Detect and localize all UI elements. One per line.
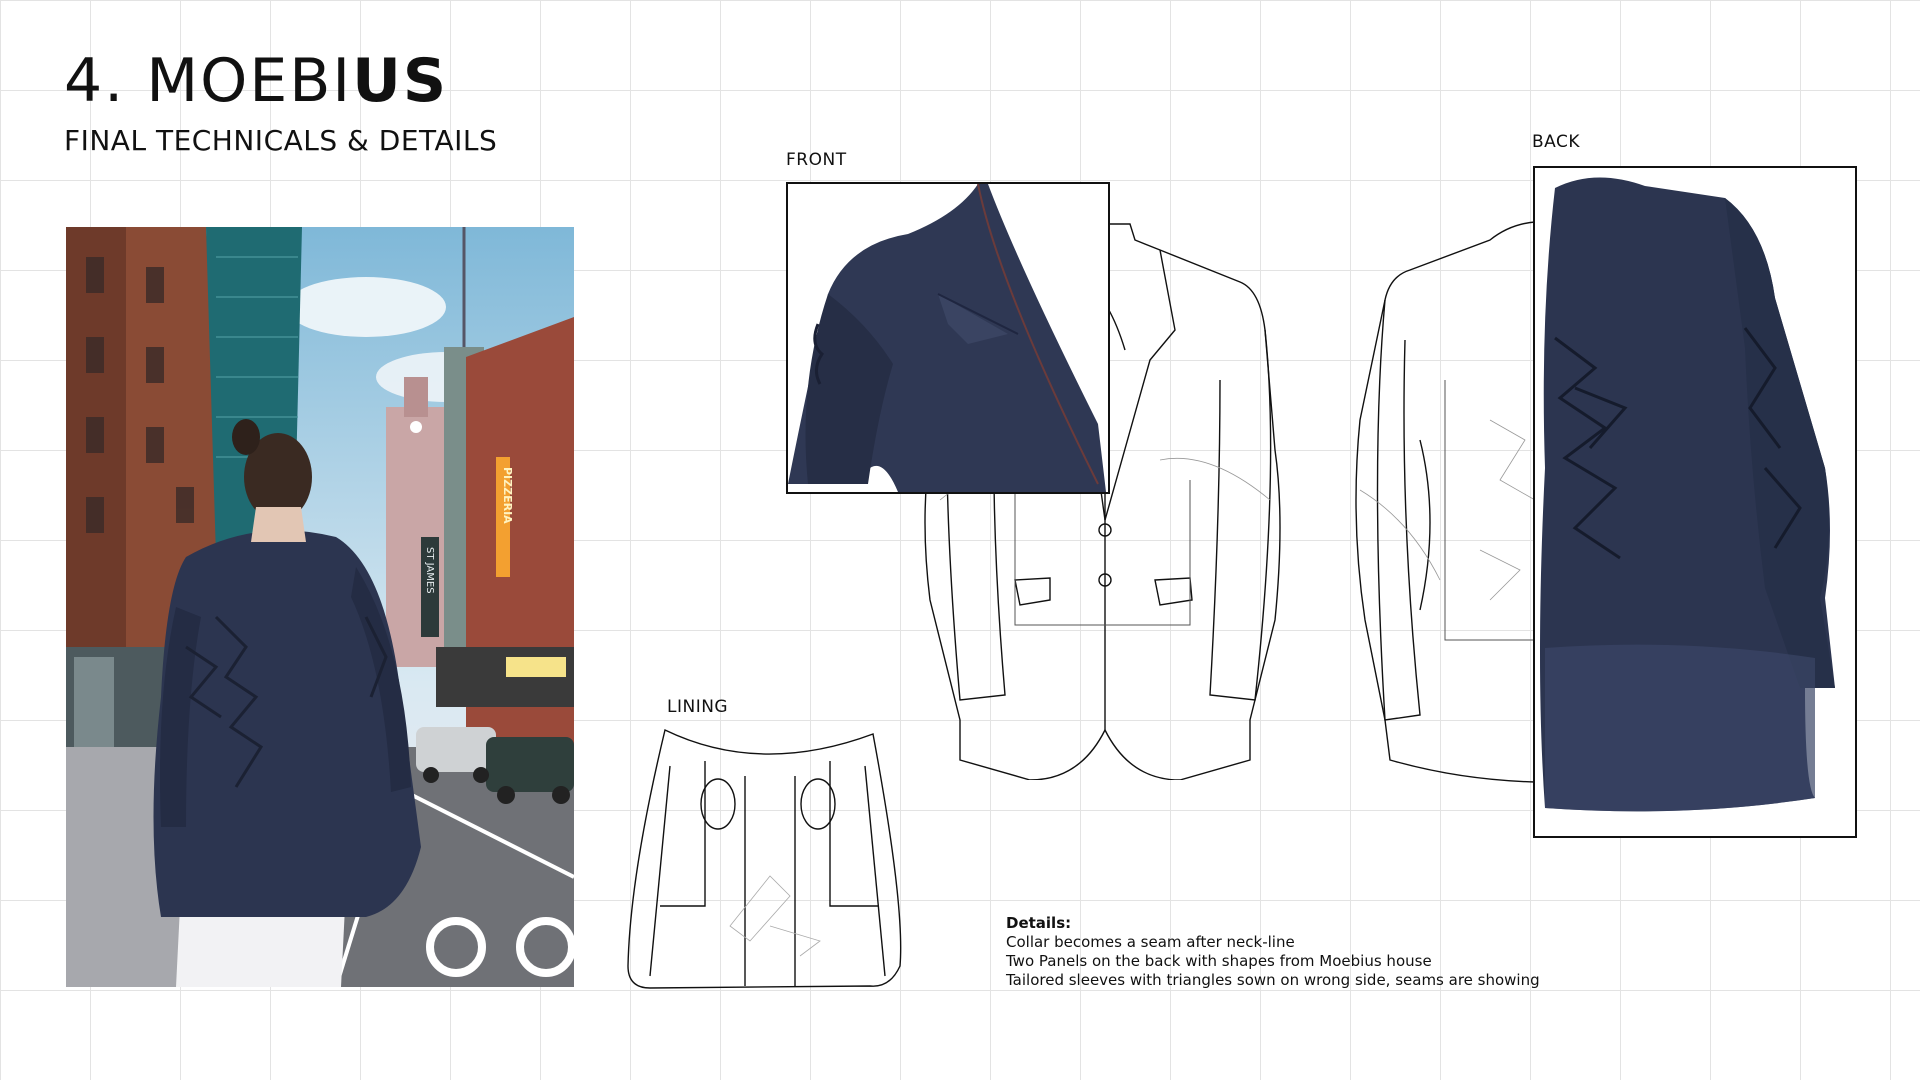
street-sign: ST JAMES — [424, 547, 435, 594]
back-technical-drawing — [1350, 220, 1540, 790]
title-heavy: US — [352, 46, 449, 116]
details-line: Two Panels on the back with shapes from … — [1006, 952, 1432, 970]
details-heading: Details: — [1006, 914, 1072, 932]
back-label: BACK — [1532, 132, 1581, 152]
details-block: Details: Collar becomes a seam after nec… — [1006, 914, 1540, 990]
pizzeria-sign: PIZZERIA — [501, 467, 514, 524]
back-detail-photo — [1533, 166, 1857, 838]
details-line: Tailored sleeves with triangles sown on … — [1006, 971, 1540, 989]
details-line: Collar becomes a seam after neck-line — [1006, 933, 1295, 951]
title-light: MOEBI — [146, 46, 353, 116]
front-detail-photo — [786, 182, 1110, 494]
title-number: 4. — [64, 46, 126, 116]
page-subtitle: FINAL TECHNICALS & DETAILS — [64, 124, 498, 157]
front-label: FRONT — [786, 150, 847, 170]
lining-label: LINING — [667, 697, 729, 717]
street-photo: PIZZERIA ST JAMES — [66, 227, 574, 987]
lining-technical-drawing — [620, 726, 910, 990]
page-title: 4. MOEBIUS — [64, 46, 448, 116]
